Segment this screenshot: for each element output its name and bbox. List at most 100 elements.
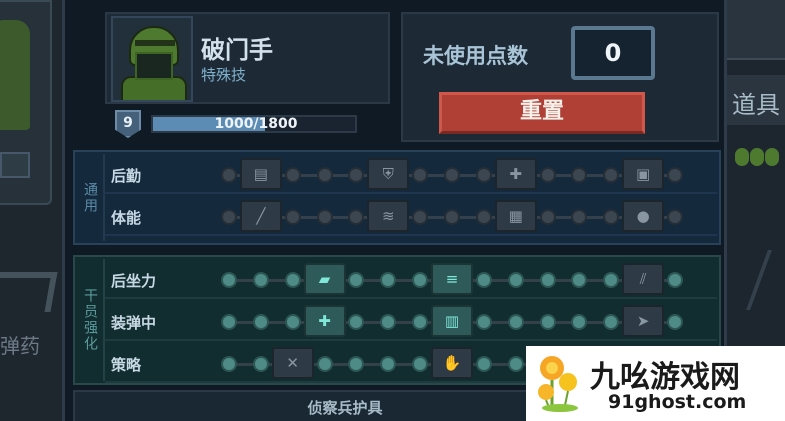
skill-points-box: 未使用点数 0 重置 [401, 12, 719, 142]
supply-crate-icon[interactable]: ▣ [622, 158, 665, 190]
reset-button[interactable]: 重置 [439, 92, 645, 134]
skill-node[interactable] [539, 272, 556, 288]
skill-node[interactable] [603, 209, 620, 225]
operator-subtitle: 特殊技 [201, 66, 247, 84]
skill-node[interactable] [348, 314, 365, 330]
skill-node[interactable] [603, 314, 620, 330]
items-title: 道具 [732, 91, 780, 119]
xp-progress-bar: 1000/1800 [151, 115, 357, 133]
unused-points-value: 0 [571, 26, 655, 80]
armor-plate-icon[interactable]: ▦ [494, 200, 537, 232]
skill-name: 后勤 [111, 167, 142, 185]
skill-row: 装弹中 ✚ ▥ ➤ [105, 303, 717, 341]
skill-node[interactable] [475, 314, 492, 330]
skill-node[interactable] [539, 209, 556, 225]
barrel-icon[interactable]: ≡ [431, 263, 473, 295]
skill-node[interactable] [284, 209, 301, 225]
skill-node[interactable] [571, 209, 588, 225]
skill-node[interactable] [444, 167, 460, 183]
skill-node[interactable] [316, 356, 333, 372]
equipment-slot[interactable] [0, 152, 30, 178]
skill-node[interactable] [571, 167, 588, 183]
grenade-icon [765, 148, 779, 166]
operator-profile: 破门手 特殊技 [105, 12, 390, 104]
top-bar [727, 0, 785, 60]
stock-icon[interactable]: ⫽ [622, 263, 665, 295]
skill-name: 装弹中 [111, 314, 157, 332]
skill-node[interactable] [475, 209, 492, 225]
grenade-icon [750, 148, 764, 166]
skill-node[interactable] [316, 167, 333, 183]
knife-icon[interactable]: ╱ [239, 200, 282, 232]
skill-node[interactable] [412, 209, 429, 225]
cross-icon[interactable]: ✕ [271, 347, 314, 379]
skill-node[interactable] [603, 272, 620, 288]
skill-node[interactable] [221, 314, 237, 330]
level-badge: 9 [115, 110, 141, 138]
background-left-panel: 弹药 [0, 0, 62, 421]
skill-node[interactable] [284, 314, 301, 330]
mask-icon [135, 52, 173, 80]
skill-node[interactable] [412, 356, 429, 372]
skill-node[interactable] [348, 356, 365, 372]
skill-node[interactable] [571, 314, 588, 330]
skill-node[interactable] [221, 167, 237, 183]
skill-node[interactable] [221, 272, 237, 288]
ammo-label: 弹药 [0, 334, 40, 358]
watermark-logo-icon [538, 356, 578, 412]
sprint-icon[interactable]: ≋ [367, 200, 410, 232]
skill-node[interactable] [252, 356, 269, 372]
soldier-figure-icon [0, 20, 30, 130]
site-watermark: 九吆游戏网 91ghost.com [526, 346, 785, 421]
xp-text: 1000/1800 [214, 116, 298, 132]
ammo-belt-icon[interactable]: ▤ [239, 158, 282, 190]
skill-name: 后坐力 [111, 272, 157, 290]
skill-node[interactable] [667, 167, 683, 183]
skill-node[interactable] [667, 272, 683, 288]
skill-node[interactable] [412, 167, 429, 183]
next-arrow-icon[interactable] [746, 250, 785, 310]
skill-node[interactable] [507, 356, 524, 372]
skill-node[interactable] [380, 356, 397, 372]
items-header: 道具 [727, 75, 785, 125]
skill-node[interactable] [667, 209, 683, 225]
skill-node[interactable] [348, 209, 365, 225]
skill-node[interactable] [284, 167, 301, 183]
operator-portrait [111, 16, 193, 102]
skill-node[interactable] [221, 356, 237, 372]
skill-node[interactable] [316, 209, 333, 225]
skill-node[interactable] [603, 167, 620, 183]
skill-node[interactable] [507, 272, 524, 288]
unused-points-label: 未使用点数 [423, 44, 528, 68]
watermark-url: 91ghost.com [608, 391, 747, 413]
skill-node[interactable] [252, 314, 269, 330]
grenade-items[interactable] [735, 148, 785, 170]
skill-node[interactable] [252, 272, 269, 288]
skill-node[interactable] [475, 356, 492, 372]
fast-mag-icon[interactable]: ▥ [431, 305, 473, 337]
skill-node[interactable] [380, 272, 397, 288]
skill-node[interactable] [412, 272, 429, 288]
skill-node[interactable] [539, 167, 556, 183]
reload-arrow-icon[interactable]: ➤ [622, 305, 665, 337]
skill-node[interactable] [284, 272, 301, 288]
skill-node[interactable] [348, 167, 365, 183]
recoil-grip-icon[interactable]: ▰ [303, 263, 346, 295]
shield-plus-icon[interactable]: ⛨ [367, 158, 410, 190]
medkit-icon[interactable]: ✚ [494, 158, 537, 190]
skill-node[interactable] [571, 272, 588, 288]
grenade-icon [735, 148, 749, 166]
hand-icon[interactable]: ✋ [431, 347, 473, 379]
skill-node[interactable] [380, 314, 397, 330]
skill-node[interactable] [444, 209, 460, 225]
skill-node[interactable] [667, 314, 683, 330]
skill-node[interactable] [507, 314, 524, 330]
grenade-pack-icon[interactable]: ● [622, 200, 665, 232]
skill-node[interactable] [539, 314, 556, 330]
skill-node[interactable] [221, 209, 237, 225]
skill-node[interactable] [348, 272, 365, 288]
skill-node[interactable] [475, 272, 492, 288]
skill-node[interactable] [475, 167, 492, 183]
magazine-plus-icon[interactable]: ✚ [303, 305, 346, 337]
skill-node[interactable] [412, 314, 429, 330]
